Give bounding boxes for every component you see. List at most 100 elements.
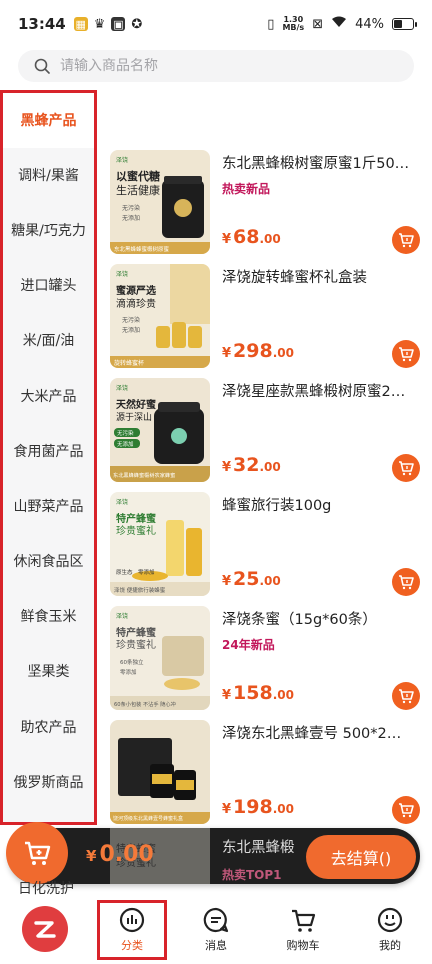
product-item[interactable]: 泽饶 以蜜代糖 生活健康 无污染 无添加 东北黑蜂蜂蜜椴树原蜜 东北黑蜂椴树蜜原… — [110, 150, 432, 254]
tab-profile[interactable]: 我的 — [355, 900, 425, 960]
thumb-subline: 珍贵蜜礼 — [116, 638, 156, 651]
category-label: 食用菌产品 — [13, 443, 84, 460]
thumb-footer: 东北黑蜂蜂蜜椴树农家蜂蜜 — [113, 471, 175, 479]
tab-label: 分类 — [121, 939, 143, 952]
category-item-snacks[interactable]: 休闲食品区 — [3, 535, 94, 590]
price-decimal: .00 — [272, 346, 294, 360]
search-bar[interactable] — [18, 50, 414, 82]
product-name: 泽饶条蜜（15g*60条） — [222, 612, 377, 628]
thumb-badge: 无污染 — [122, 204, 140, 212]
product-name: 泽饶星座款黑蜂椴树原蜜2… — [222, 384, 406, 400]
add-to-cart-button[interactable] — [392, 454, 420, 482]
app-logo[interactable] — [22, 906, 68, 952]
category-item-farm-aid[interactable]: 助农产品 — [3, 700, 94, 755]
price-decimal: .00 — [259, 232, 281, 246]
product-thumbnail[interactable]: 泽饶 特产蜂蜜 珍贵蜜礼 60条独立 零添加 60条小包装 不沾手 随心冲 — [110, 606, 210, 710]
price-decimal: .00 — [259, 460, 281, 474]
product-name: 泽饶东北黑蜂壹号 500*2… — [222, 726, 402, 742]
product-thumbnail[interactable]: 泽饶 以蜜代糖 生活健康 无污染 无添加 东北黑蜂蜂蜜椴树原蜜 — [110, 150, 210, 254]
price-integer: 25 — [233, 568, 260, 590]
product-price: ¥68.00 — [222, 226, 281, 248]
product-brand: 泽饶 — [116, 270, 128, 278]
category-label: 黑蜂产品 — [20, 112, 77, 129]
add-to-cart-button[interactable] — [392, 796, 420, 824]
thumb-badge: 零添加 — [138, 568, 155, 576]
thumb-headline: 蜜源严选 — [116, 284, 156, 297]
app-notification-icon: ▦ — [73, 17, 88, 31]
peek-product-tag: 热卖TOP1 — [222, 868, 282, 882]
add-to-cart-button[interactable] — [392, 226, 420, 254]
search-icon — [34, 58, 50, 74]
cart-icon — [399, 233, 414, 248]
category-item-candy[interactable]: 糖果/巧克力 — [3, 203, 94, 258]
category-item-russian[interactable]: 俄罗斯商品 — [3, 755, 94, 810]
price-currency: ¥ — [222, 232, 232, 247]
category-item-condiments[interactable]: 调料/果酱 — [3, 148, 94, 203]
thumb-badge: 60条独立 — [120, 658, 144, 666]
product-item[interactable]: 泽饶 天然好蜜 源于深山 无污染 无添加 东北黑蜂蜂蜜椴树农家蜂蜜 泽饶星座款黑… — [110, 378, 432, 482]
notification-icons: ▦ ♛ ▣ ✪ — [73, 17, 142, 32]
thumb-badge: 无污染 — [117, 429, 134, 437]
cart-total: ¥0.00 — [86, 842, 154, 867]
net-speed: 1.30 MB/s — [282, 16, 304, 32]
product-name: 东北黑蜂椴树蜜原蜜1斤50… — [222, 156, 410, 172]
category-item-nuts[interactable]: 坚果类 — [3, 645, 94, 700]
thumb-badge: 零添加 — [120, 668, 137, 676]
product-price: ¥198.00 — [222, 796, 294, 818]
cart-icon — [399, 803, 414, 818]
tab-messages[interactable]: 消息 — [181, 900, 251, 960]
thumb-subline: 生活健康 — [116, 183, 160, 197]
cart-fab-button[interactable] — [6, 822, 68, 884]
category-item-canned[interactable]: 进口罐头 — [3, 259, 94, 314]
tab-label: 我的 — [379, 939, 401, 952]
product-thumbnail[interactable]: 泽饶 天然好蜜 源于深山 无污染 无添加 东北黑蜂蜂蜜椴树农家蜂蜜 — [110, 378, 210, 482]
product-thumbnail[interactable]: 饶河顶级东北黑蜂壹号蜂蜜礼盒 — [110, 720, 210, 824]
product-thumbnail[interactable]: 泽饶 蜜源严选 滴滴珍贵 无污染 无添加 旋转蜂蜜杯 — [110, 264, 210, 368]
price-integer: 32 — [233, 454, 260, 476]
search-input[interactable] — [60, 58, 360, 74]
product-tag: 24年新品 — [222, 638, 275, 652]
product-price: ¥32.00 — [222, 454, 281, 476]
total-currency: ¥ — [86, 847, 97, 865]
tab-label: 购物车 — [286, 939, 320, 952]
thumb-subline: 珍贵蜜礼 — [116, 524, 156, 537]
product-item[interactable]: 泽饶 蜜源严选 滴滴珍贵 无污染 无添加 旋转蜂蜜杯 泽饶旋转蜂蜜杯礼盒装 ¥2… — [110, 264, 432, 368]
category-item-rice[interactable]: 大米产品 — [3, 369, 94, 424]
product-item[interactable]: 饶河顶级东北黑蜂壹号蜂蜜礼盒 泽饶东北黑蜂壹号 500*2… ¥198.00 — [110, 720, 432, 824]
thumb-badge: 无污染 — [122, 316, 140, 324]
category-item-daily-chemicals[interactable]: 日化洗护 — [18, 878, 74, 898]
thumb-footer: 饶河顶级东北黑蜂壹号蜂蜜礼盒 — [113, 815, 183, 822]
category-item-rice-noodle-oil[interactable]: 米/面/油 — [3, 314, 94, 369]
peek-product-name: 东北黑蜂椴 — [222, 840, 295, 856]
cart-icon — [399, 689, 414, 704]
bottom-tab-bar: 分类 消息 购物车 我的 — [0, 896, 432, 964]
add-to-cart-button[interactable] — [392, 340, 420, 368]
category-item-corn[interactable]: 鲜食玉米 — [3, 590, 94, 645]
product-tag: 热卖新品 — [222, 182, 271, 196]
category-label: 进口罐头 — [20, 278, 77, 295]
category-item-black-bee[interactable]: 黑蜂产品 — [3, 93, 94, 149]
price-integer: 158 — [233, 682, 273, 704]
category-item-wild-vegetables[interactable]: 山野菜产品 — [3, 479, 94, 534]
price-currency: ¥ — [222, 574, 232, 589]
thumb-headline: 特产蜂蜜 — [116, 626, 156, 639]
product-name: 泽饶旋转蜂蜜杯礼盒装 — [222, 270, 367, 286]
add-to-cart-button[interactable] — [392, 682, 420, 710]
product-thumbnail[interactable]: 泽饶 特产蜂蜜 珍贵蜜礼 原生态 零添加 泽饶 便捷旅行装蜂蜜 — [110, 492, 210, 596]
tab-label: 消息 — [205, 939, 227, 952]
product-item[interactable]: 泽饶 特产蜂蜜 珍贵蜜礼 60条独立 零添加 60条小包装 不沾手 随心冲 泽饶… — [110, 606, 432, 710]
add-to-cart-button[interactable] — [392, 568, 420, 596]
battery-level: 44% — [355, 16, 384, 32]
smile-icon — [377, 907, 403, 933]
product-item[interactable]: 泽饶 特产蜂蜜 珍贵蜜礼 原生态 零添加 泽饶 便捷旅行装蜂蜜 蜂蜜旅行装100… — [110, 492, 432, 596]
cart-icon — [399, 461, 414, 476]
price-integer: 198 — [233, 796, 273, 818]
category-label: 助农产品 — [20, 719, 77, 736]
tab-category[interactable]: 分类 — [97, 900, 167, 960]
category-item-mushroom[interactable]: 食用菌产品 — [3, 424, 94, 479]
price-currency: ¥ — [222, 346, 232, 361]
checkout-button[interactable]: 去结算() — [306, 835, 416, 879]
product-brand: 泽饶 — [116, 612, 128, 620]
tab-cart[interactable]: 购物车 — [268, 900, 338, 960]
thumb-footer: 60条小包装 不沾手 随心冲 — [114, 700, 176, 708]
